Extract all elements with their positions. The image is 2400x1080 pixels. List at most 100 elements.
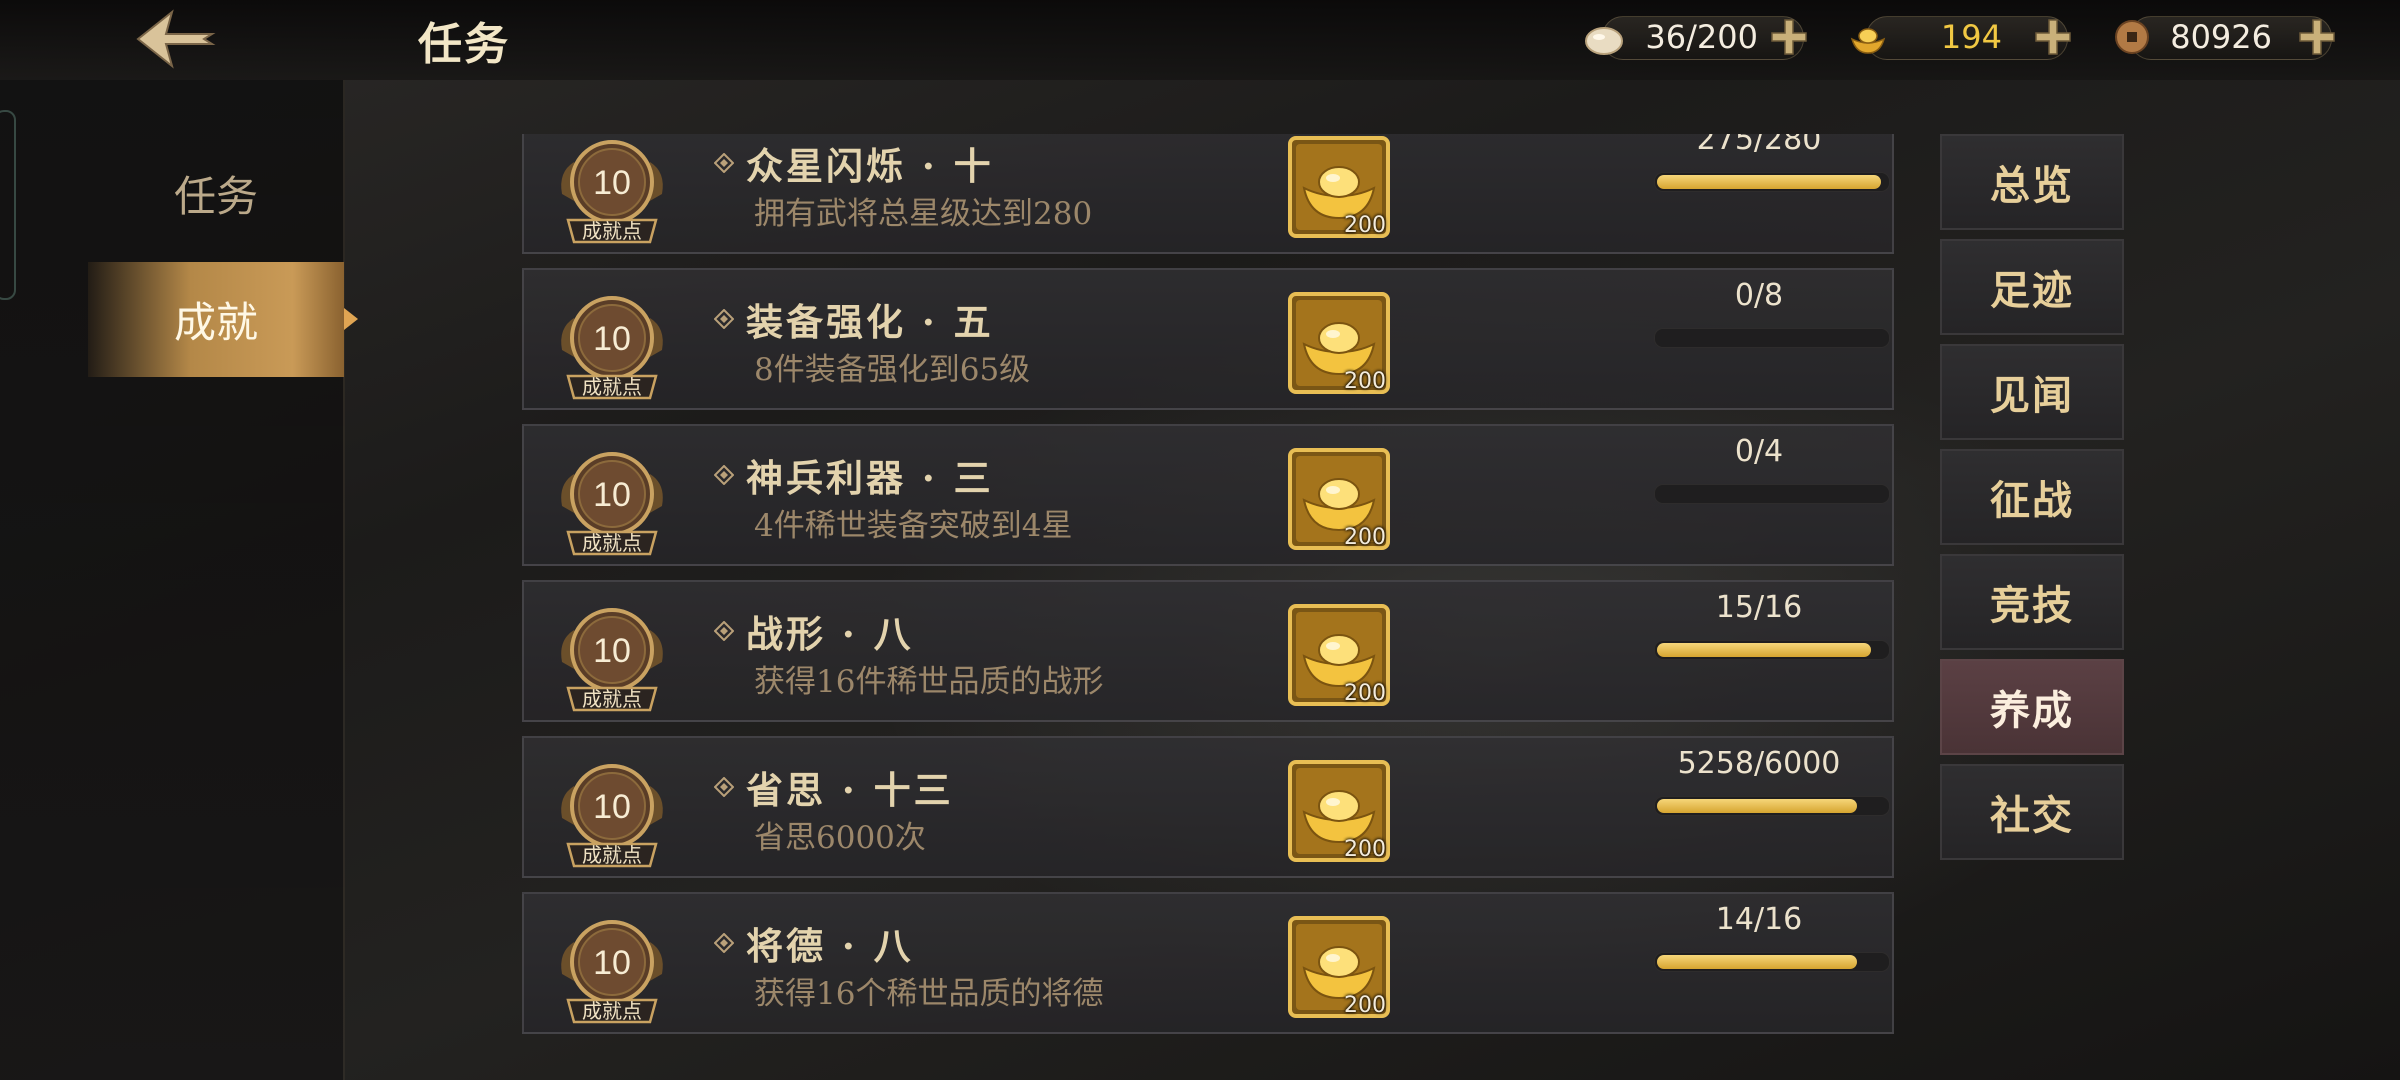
progress-text: 14/16 — [1715, 902, 1803, 937]
points-value: 10 — [593, 788, 631, 826]
achievement-row: 10 成就点 省思 · 十三 省思6000次 200 5258/6000 — [522, 736, 1894, 878]
progress-bar — [1654, 952, 1890, 972]
reward-count: 200 — [1344, 525, 1386, 550]
achievement-description: 拥有武将总星级达到280 — [754, 196, 1093, 232]
progress-text: 0/4 — [1734, 434, 1784, 469]
progress-text: 5258/6000 — [1677, 746, 1841, 781]
achievement-title-row: 省思 · 十三 — [714, 760, 954, 814]
progress-bar — [1654, 484, 1890, 504]
points-label: 成就点 — [582, 531, 642, 555]
add-stamina-button[interactable] — [1768, 16, 1810, 58]
sidebar-edge-decoration — [0, 110, 16, 300]
achievement-title: 装备强化 · 五 — [746, 300, 994, 344]
reward-count: 200 — [1344, 681, 1386, 706]
currency-gold: 194 — [1846, 12, 2086, 64]
achievement-description: 省思6000次 — [754, 820, 926, 856]
achievement-points-badge: 10 成就点 — [561, 140, 663, 244]
category-button[interactable]: 征战 — [1940, 449, 2124, 545]
achievement-description: 获得16个稀世品质的将德 — [754, 976, 1104, 1012]
stamina-value: 36/200 — [1645, 18, 1758, 56]
category-button[interactable]: 足迹 — [1940, 239, 2124, 335]
diamond-bullet-icon — [714, 621, 734, 641]
achievement-points-badge: 10 成就点 — [561, 452, 663, 556]
progress-text: 15/16 — [1715, 590, 1803, 625]
diamond-bullet-icon — [714, 153, 734, 173]
progress-fill — [1657, 175, 1881, 189]
currency-copper: 80926 — [2110, 12, 2350, 64]
points-label: 成就点 — [582, 999, 642, 1023]
points-value: 10 — [593, 632, 631, 670]
add-gold-button[interactable] — [2032, 16, 2074, 58]
points-label: 成就点 — [582, 375, 642, 399]
diamond-bullet-icon — [714, 777, 734, 797]
reward-item[interactable]: 200 — [1288, 292, 1390, 394]
category-button[interactable]: 竞技 — [1940, 554, 2124, 650]
achievement-title: 战形 · 八 — [746, 612, 914, 656]
achievement-points-badge: 10 成就点 — [561, 764, 663, 868]
top-bar: 任务 36/200 194 80926 — [0, 0, 2400, 80]
progress-bar — [1654, 172, 1890, 192]
points-label: 成就点 — [582, 219, 642, 243]
category-button[interactable]: 养成 — [1940, 659, 2124, 755]
reward-count: 200 — [1344, 213, 1386, 238]
category-button[interactable]: 社交 — [1940, 764, 2124, 860]
progress-bar — [1654, 328, 1890, 348]
category-button[interactable]: 见闻 — [1940, 344, 2124, 440]
progress-bar — [1654, 796, 1890, 816]
reward-count: 200 — [1344, 369, 1386, 394]
achievement-description: 获得16件稀世品质的战形 — [754, 664, 1104, 700]
achievement-title: 神兵利器 · 三 — [746, 456, 994, 500]
achievement-points-badge: 10 成就点 — [561, 608, 663, 712]
achievement-row: 10 成就点 战形 · 八 获得16件稀世品质的战形 200 15/16 — [522, 580, 1894, 722]
points-value: 10 — [593, 944, 631, 982]
sidebar-item-achievements[interactable]: 成就 — [88, 262, 358, 377]
achievement-row: 10 成就点 神兵利器 · 三 4件稀世装备突破到4星 200 0/4 — [522, 424, 1894, 566]
achievement-points-badge: 10 成就点 — [561, 296, 663, 400]
progress-text: 275/280 — [1696, 134, 1822, 157]
sidebar-item-tasks[interactable]: 任务 — [88, 136, 344, 251]
achievement-title-row: 神兵利器 · 三 — [714, 448, 994, 502]
page-title: 任务 — [418, 19, 510, 70]
achievement-row: 10 成就点 装备强化 · 五 8件装备强化到65级 200 0/8 — [522, 268, 1894, 410]
progress-fill — [1657, 799, 1857, 813]
points-label: 成就点 — [582, 687, 642, 711]
achievement-title-row: 装备强化 · 五 — [714, 292, 994, 346]
reward-item[interactable]: 200 — [1288, 916, 1390, 1018]
category-button[interactable]: 总览 — [1940, 134, 2124, 230]
progress-text: 0/8 — [1734, 278, 1784, 313]
achievement-title: 省思 · 十三 — [746, 768, 954, 812]
progress-fill — [1657, 955, 1857, 969]
copper-value: 80926 — [2170, 18, 2272, 56]
achievement-row: 10 成就点 将德 · 八 获得16个稀世品质的将德 200 14/16 — [522, 892, 1894, 1034]
achievement-title-row: 战形 · 八 — [714, 604, 914, 658]
diamond-bullet-icon — [714, 465, 734, 485]
add-copper-button[interactable] — [2296, 16, 2338, 58]
points-value: 10 — [593, 164, 631, 202]
points-value: 10 — [593, 476, 631, 514]
back-button[interactable] — [120, 4, 220, 74]
reward-item[interactable]: 200 — [1288, 604, 1390, 706]
diamond-bullet-icon — [714, 933, 734, 953]
reward-count: 200 — [1344, 993, 1386, 1018]
back-arrow-icon — [136, 9, 216, 69]
reward-count: 200 — [1344, 837, 1386, 862]
achievement-title-row: 众星闪烁 · 十 — [714, 136, 994, 190]
achievement-description: 4件稀世装备突破到4星 — [754, 508, 1073, 544]
gold-value: 194 — [1940, 18, 2002, 56]
achievement-list[interactable]: 10 成就点 众星闪烁 · 十 拥有武将总星级达到280 200 275/280 — [522, 134, 1898, 1034]
achievement-title-row: 将德 · 八 — [714, 916, 914, 970]
achievement-points-badge: 10 成就点 — [561, 920, 663, 1024]
progress-bar — [1654, 640, 1890, 660]
achievement-row: 10 成就点 众星闪烁 · 十 拥有武将总星级达到280 200 275/280 — [522, 134, 1894, 254]
achievement-title: 众星闪烁 · 十 — [746, 144, 994, 188]
sidebar: 任务 成就 — [0, 80, 358, 1080]
reward-item[interactable]: 200 — [1288, 136, 1390, 238]
diamond-bullet-icon — [714, 309, 734, 329]
currency-stamina: 36/200 — [1582, 12, 1822, 64]
points-value: 10 — [593, 320, 631, 358]
reward-item[interactable]: 200 — [1288, 448, 1390, 550]
achievement-title: 将德 · 八 — [746, 924, 914, 968]
reward-item[interactable]: 200 — [1288, 760, 1390, 862]
achievement-description: 8件装备强化到65级 — [754, 352, 1031, 388]
points-label: 成就点 — [582, 843, 642, 867]
